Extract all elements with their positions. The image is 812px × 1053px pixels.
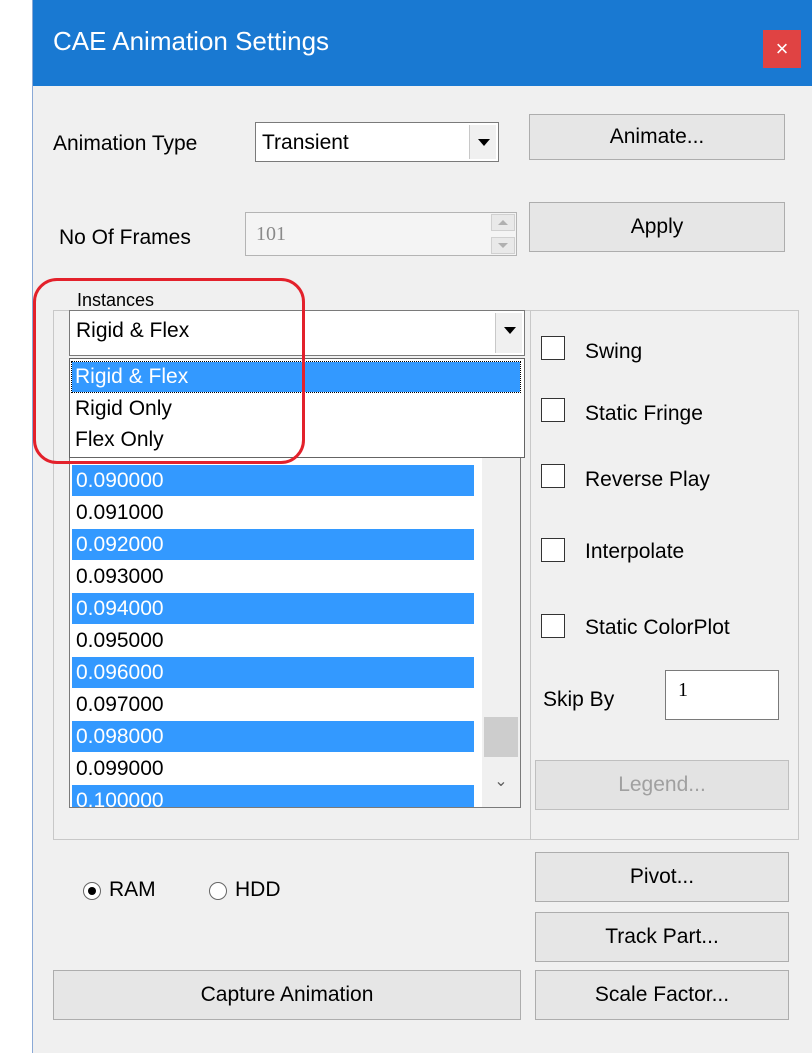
reverse-play-checkbox[interactable] bbox=[541, 464, 565, 488]
close-icon: × bbox=[775, 36, 789, 61]
list-item[interactable]: 0.090000 bbox=[72, 465, 474, 496]
skip-by-input[interactable]: 1 bbox=[665, 670, 779, 720]
skip-by-label: Skip By bbox=[543, 688, 615, 711]
frames-value: 101 bbox=[256, 223, 286, 245]
hdd-radio[interactable] bbox=[209, 882, 227, 900]
capture-animation-button[interactable]: Capture Animation bbox=[53, 970, 521, 1020]
close-button[interactable]: × bbox=[763, 30, 801, 68]
animation-type-select[interactable]: Transient bbox=[255, 122, 499, 162]
highlight-callout bbox=[33, 278, 305, 464]
animation-settings-dialog: CAE Animation Settings × Animation Type … bbox=[32, 0, 812, 1053]
legend-button[interactable]: Legend... bbox=[535, 760, 789, 810]
spin-down-icon bbox=[491, 237, 515, 254]
static-colorplot-checkbox[interactable] bbox=[541, 614, 565, 638]
list-item[interactable]: 0.095000 bbox=[72, 625, 474, 656]
static-fringe-label: Static Fringe bbox=[585, 402, 703, 425]
list-item[interactable]: 0.096000 bbox=[72, 657, 474, 688]
animation-type-label: Animation Type bbox=[53, 132, 198, 155]
chevron-down-icon[interactable]: ⌄ bbox=[482, 771, 520, 791]
frames-label: No Of Frames bbox=[59, 226, 191, 249]
title-bar[interactable]: CAE Animation Settings × bbox=[33, 0, 812, 86]
swing-checkbox[interactable] bbox=[541, 336, 565, 360]
list-item[interactable]: 0.100000 bbox=[72, 785, 474, 807]
pivot-button[interactable]: Pivot... bbox=[535, 852, 789, 902]
apply-button[interactable]: Apply bbox=[529, 202, 785, 252]
scale-factor-button[interactable]: Scale Factor... bbox=[535, 970, 789, 1020]
animate-button[interactable]: Animate... bbox=[529, 114, 785, 160]
static-fringe-checkbox[interactable] bbox=[541, 398, 565, 422]
scrollbar-thumb[interactable] bbox=[484, 717, 518, 757]
swing-label: Swing bbox=[585, 340, 643, 363]
list-item[interactable]: 0.092000 bbox=[72, 529, 474, 560]
skip-by-value: 1 bbox=[678, 679, 688, 701]
list-item[interactable]: 0.098000 bbox=[72, 721, 474, 752]
static-colorplot-label: Static ColorPlot bbox=[585, 616, 730, 639]
list-item[interactable]: 0.091000 bbox=[72, 497, 474, 528]
animation-type-value: Transient bbox=[262, 131, 349, 154]
window-title: CAE Animation Settings bbox=[53, 26, 330, 56]
frames-spinner: 101 bbox=[245, 212, 517, 256]
chevron-down-icon[interactable] bbox=[495, 313, 522, 353]
chevron-down-icon[interactable] bbox=[469, 125, 496, 159]
list-item[interactable]: 0.097000 bbox=[72, 689, 474, 720]
hdd-label: HDD bbox=[235, 878, 281, 901]
list-item[interactable]: 0.093000 bbox=[72, 561, 474, 592]
reverse-play-label: Reverse Play bbox=[585, 468, 710, 491]
list-item[interactable]: 0.099000 bbox=[72, 753, 474, 784]
track-part-button[interactable]: Track Part... bbox=[535, 912, 789, 962]
spin-up-icon bbox=[491, 214, 515, 231]
interpolate-label: Interpolate bbox=[585, 540, 685, 563]
ram-radio[interactable] bbox=[83, 882, 101, 900]
ram-label: RAM bbox=[109, 878, 156, 901]
interpolate-checkbox[interactable] bbox=[541, 538, 565, 562]
list-item[interactable]: 0.094000 bbox=[72, 593, 474, 624]
